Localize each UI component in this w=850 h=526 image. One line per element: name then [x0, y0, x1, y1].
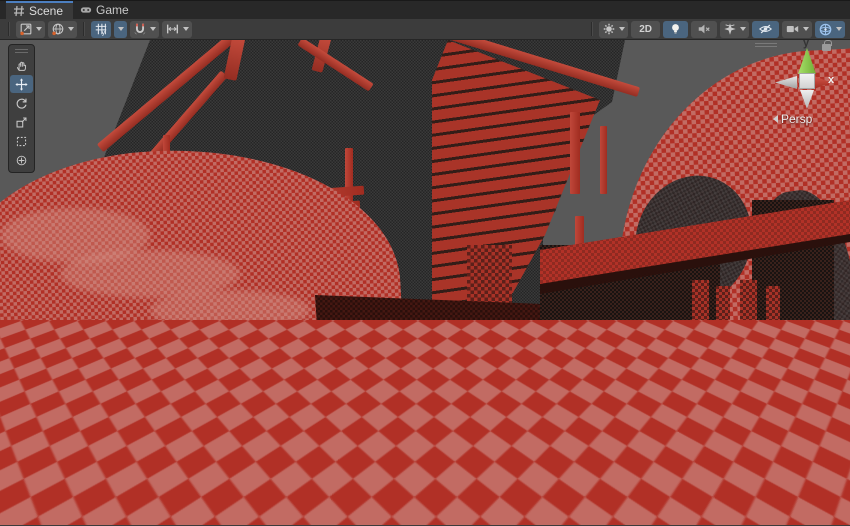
- move-tool-button[interactable]: [10, 75, 33, 93]
- 2d-label: 2D: [634, 24, 657, 35]
- draw-mode-button[interactable]: [599, 21, 628, 38]
- toolbar-separator: [8, 22, 10, 36]
- scene-audio-button[interactable]: [691, 21, 717, 38]
- tab-scene[interactable]: Scene: [6, 1, 73, 19]
- axis-x-label: x: [828, 74, 834, 86]
- dropdown-caret-icon: [183, 27, 189, 31]
- grass-tufts: [425, 348, 555, 370]
- toolbar-separator: [591, 22, 593, 36]
- scene-grid-icon: [13, 5, 25, 17]
- dropdown-caret-icon: [36, 27, 42, 31]
- view-hand-tool-button[interactable]: [10, 56, 33, 74]
- gizmo-sphere-icon: [818, 22, 833, 37]
- dropdown-caret-icon: [619, 27, 625, 31]
- light-bulb-icon: [669, 22, 682, 36]
- eye-hidden-icon: [758, 22, 773, 36]
- dropdown-caret-icon: [803, 27, 809, 31]
- active-tool-options-button[interactable]: [16, 21, 45, 38]
- scene-toolbar: y: [0, 19, 850, 40]
- snap-move-icon: [165, 22, 180, 36]
- toolbar-separator: [83, 22, 85, 36]
- rect-tool-button[interactable]: [10, 132, 33, 150]
- projection-label: Persp: [781, 112, 812, 126]
- dropdown-caret-icon: [740, 27, 746, 31]
- grid-icon: y: [94, 22, 108, 36]
- tab-game-label: Game: [96, 3, 129, 17]
- persp-toggle-icon: [773, 115, 778, 123]
- hay-mound: [22, 358, 167, 454]
- hand-icon: [15, 59, 28, 72]
- scene-viewport[interactable]: y x Persp: [0, 40, 850, 525]
- gizmo-axis-y-cone[interactable]: [798, 48, 816, 74]
- magnet-icon: [133, 22, 147, 36]
- scale-icon: [15, 116, 28, 129]
- tool-settings-icon: [19, 22, 33, 36]
- facade-post: [570, 112, 580, 194]
- tools-overlay: [8, 44, 35, 173]
- hay-mound-shadow: [12, 442, 177, 466]
- dropdown-caret-icon: [836, 27, 842, 31]
- unity-editor-window: Scene Game: [0, 0, 850, 526]
- camera-icon: [785, 22, 800, 36]
- rect-dashed-icon: [15, 135, 28, 148]
- orientation-gizmo: y x Persp: [745, 40, 850, 140]
- tool-handle-pivot-button[interactable]: [48, 21, 77, 38]
- dropdown-caret-icon: [150, 27, 156, 31]
- rotate-icon: [15, 97, 28, 110]
- gamepad-icon: [80, 4, 92, 16]
- gizmo-axis-negy-cone[interactable]: [800, 90, 814, 109]
- scene-lighting-button[interactable]: [663, 21, 688, 38]
- gizmo-axis-negx-cone[interactable]: [775, 76, 797, 89]
- grid-snapping-button[interactable]: [162, 21, 192, 38]
- projection-toggle[interactable]: Persp: [773, 112, 812, 126]
- scene-camera-button[interactable]: [782, 21, 812, 38]
- dropdown-caret-icon: [68, 27, 74, 31]
- gizmo-center-cube[interactable]: [799, 73, 815, 89]
- shading-burr-icon: [602, 22, 616, 36]
- toggle-2d-button[interactable]: 2D: [631, 21, 660, 38]
- audio-muted-icon: [697, 22, 711, 36]
- rotate-tool-button[interactable]: [10, 94, 33, 112]
- facade-post: [600, 126, 607, 194]
- scene-visibility-button[interactable]: [752, 21, 779, 38]
- tab-game[interactable]: Game: [73, 1, 139, 19]
- scene-effects-button[interactable]: [720, 21, 749, 38]
- transform-tool-button[interactable]: [10, 151, 33, 169]
- lock-icon[interactable]: [822, 44, 831, 51]
- tab-scene-label: Scene: [29, 4, 63, 18]
- transform-icon: [15, 154, 28, 167]
- globe-icon: [51, 22, 65, 36]
- overlay-drag-handle[interactable]: [10, 47, 33, 55]
- move-arrows-icon: [15, 78, 28, 91]
- axis-y-label: y: [803, 40, 809, 49]
- overlay-drag-handle[interactable]: [755, 43, 777, 49]
- view-tabbar: Scene Game: [0, 0, 850, 19]
- snap-magnet-button[interactable]: [130, 21, 159, 38]
- dropdown-caret-icon: [118, 27, 124, 31]
- grid-visibility-dropdown[interactable]: [114, 21, 127, 38]
- effects-star-icon: [723, 22, 737, 36]
- grid-visibility-button[interactable]: y: [91, 21, 111, 38]
- scale-tool-button[interactable]: [10, 113, 33, 131]
- gizmos-menu-button[interactable]: [815, 21, 845, 38]
